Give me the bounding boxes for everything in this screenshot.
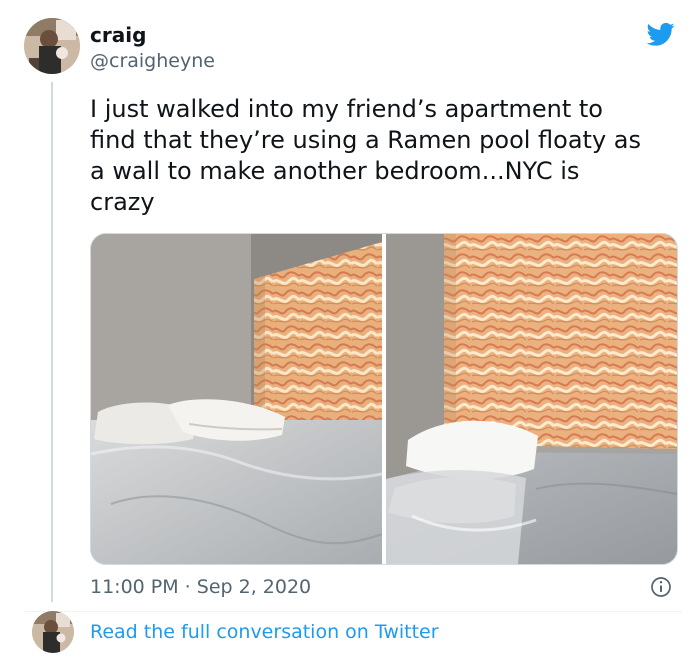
tweet-text: I just walked into my friend’s apartment… [90,95,642,216]
twitter-bird-icon[interactable] [644,20,678,48]
media-gallery[interactable] [90,233,678,565]
bedroom-photo-right-image [386,234,677,564]
thread-line [51,82,53,602]
bedroom-photo-left-image [91,234,382,564]
read-conversation-link[interactable]: Read the full conversation on Twitter [90,620,439,644]
author-handle[interactable]: @craigheyne [90,49,215,73]
bedroom-photo-right[interactable] [386,234,677,564]
avatar-image [24,18,80,74]
footer-avatar[interactable] [32,611,74,653]
info-icon[interactable] [650,576,672,598]
author-name[interactable]: craig [90,23,146,47]
tweet-card: craig @craigheyne I just walked into my … [0,0,700,670]
footer-avatar-image [32,611,74,653]
bedroom-photo-left[interactable] [91,234,382,564]
tweet-timestamp[interactable]: 11:00 PM · Sep 2, 2020 [90,576,311,598]
footer-divider [24,611,682,612]
author-avatar[interactable] [24,18,80,74]
